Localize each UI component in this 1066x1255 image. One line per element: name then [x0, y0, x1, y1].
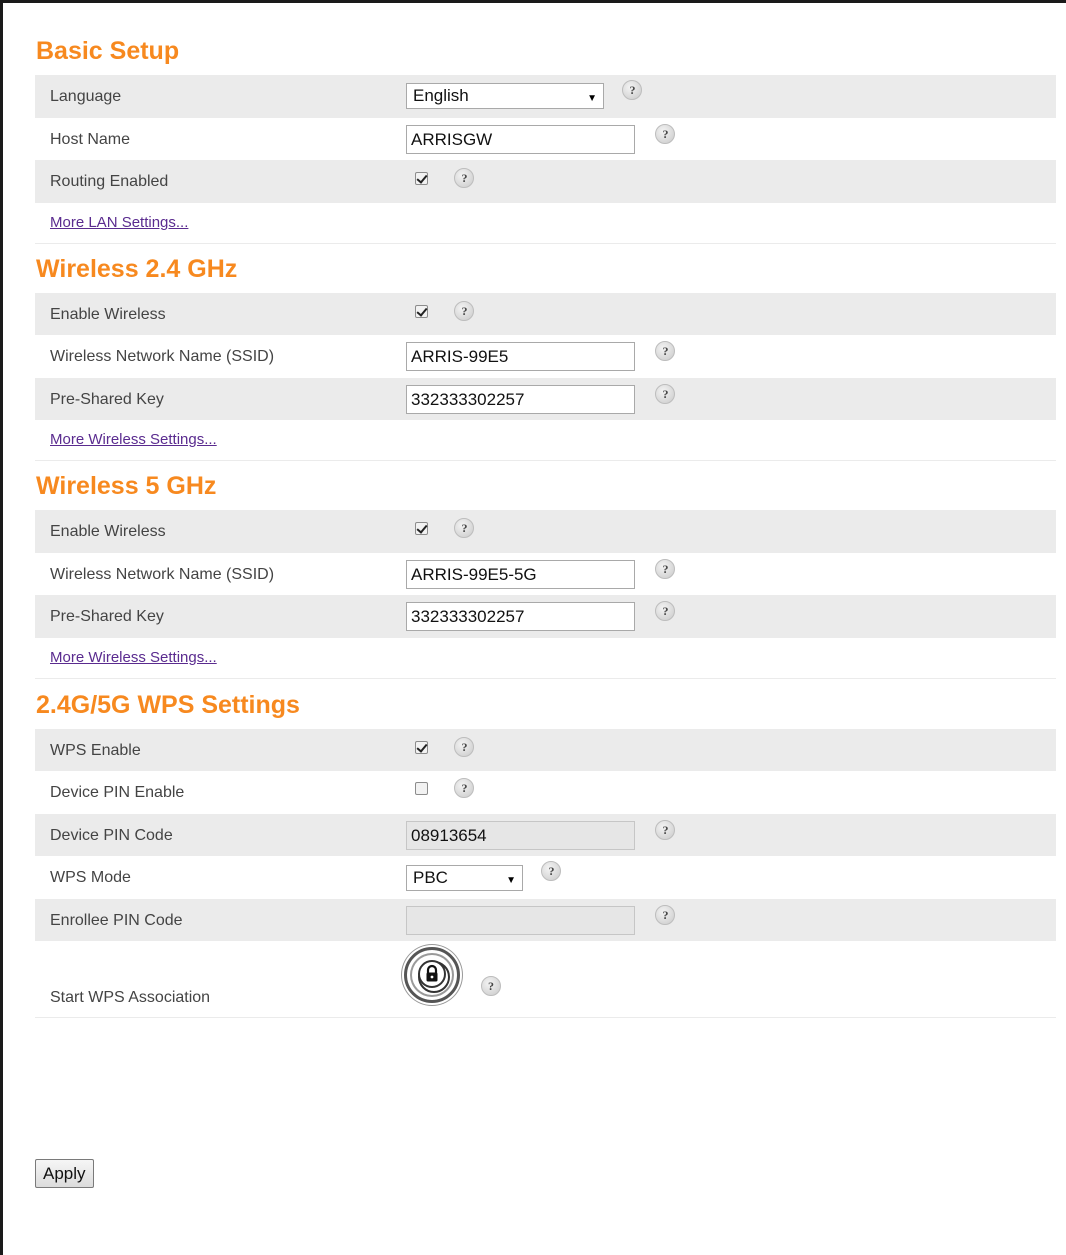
- device-pin-code-input[interactable]: 08913654: [406, 820, 635, 850]
- start-wps-label: Start WPS Association: [50, 989, 211, 1006]
- language-select-value: English: [413, 86, 469, 105]
- hostname-field: ARRISGW ?: [406, 123, 676, 154]
- help-icon[interactable]: ?: [481, 976, 501, 996]
- wps-enable-label: WPS Enable: [50, 741, 141, 759]
- hostname-label: Host Name: [50, 130, 131, 148]
- wireless-24-enable-field: ?: [415, 300, 475, 323]
- help-icon[interactable]: ?: [454, 518, 475, 538]
- wireless-5-ssid-row: Wireless Network Name (SSID) ARRIS-99E5-…: [35, 553, 1056, 596]
- apply-button[interactable]: Apply: [35, 1159, 94, 1188]
- device-pin-code-label: Device PIN Code: [50, 826, 173, 844]
- help-icon[interactable]: ?: [454, 778, 475, 798]
- language-field: English ▼ ?: [406, 80, 643, 109]
- wireless-24-more-row: More Wireless Settings...: [35, 420, 1056, 461]
- wireless-5-enable-field: ?: [415, 518, 475, 540]
- wireless-24-enable-checkbox[interactable]: [415, 304, 428, 318]
- wireless-5-psk-field: 332333302257 ?: [406, 601, 676, 631]
- language-select[interactable]: English ▼: [406, 83, 604, 109]
- wireless-24-psk-input[interactable]: 332333302257: [406, 384, 635, 414]
- wireless-24-ssid-row: Wireless Network Name (SSID) ARRIS-99E5 …: [35, 335, 1056, 378]
- wireless-5-ssid-label: Wireless Network Name (SSID): [50, 565, 275, 583]
- wireless-24-enable-row: Enable Wireless ?: [35, 292, 1056, 335]
- help-icon[interactable]: ?: [655, 904, 676, 925]
- wps-mode-field: PBC ▼ ?: [406, 861, 562, 891]
- wps-section: 2.4G/5G WPS Settings WPS Enable ? Device…: [35, 688, 1056, 1018]
- wireless-24-psk-label: Pre-Shared Key: [50, 390, 164, 408]
- start-wps-button[interactable]: [404, 947, 460, 1003]
- wireless-5-ssid-input[interactable]: ARRIS-99E5-5G: [406, 559, 635, 589]
- wireless-5-title: Wireless 5 GHz: [36, 472, 217, 500]
- help-icon[interactable]: ?: [454, 736, 475, 757]
- wireless-24-ssid-input[interactable]: ARRIS-99E5: [406, 342, 635, 371]
- device-pin-code-row: Device PIN Code 08913654 ?: [35, 813, 1056, 856]
- wps-mode-label: WPS Mode: [50, 869, 131, 886]
- help-icon[interactable]: ?: [655, 601, 676, 621]
- routing-checkbox[interactable]: [415, 172, 428, 185]
- wps-enable-row: WPS Enable ?: [35, 728, 1056, 771]
- wireless-5-ssid-field: ARRIS-99E5-5G ?: [406, 558, 676, 589]
- settings-form: Basic Setup Language English ▼ ? Host Na…: [35, 34, 1056, 1018]
- wireless-24-section: Wireless 2.4 GHz Enable Wireless ? Wirel…: [35, 252, 1056, 461]
- routing-label: Routing Enabled: [50, 173, 169, 190]
- help-icon[interactable]: ?: [655, 383, 676, 404]
- language-row: Language English ▼ ?: [35, 75, 1056, 118]
- wireless-24-psk-field: 332333302257 ?: [406, 383, 676, 414]
- wireless-5-section: Wireless 5 GHz Enable Wireless ? Wireles…: [35, 469, 1056, 679]
- help-icon[interactable]: ?: [655, 558, 676, 579]
- help-icon[interactable]: ?: [622, 80, 643, 100]
- basic-setup-section: Basic Setup Language English ▼ ? Host Na…: [35, 34, 1056, 244]
- device-pin-enable-row: Device PIN Enable ?: [35, 771, 1056, 814]
- wps-mode-row: WPS Mode PBC ▼ ?: [35, 856, 1056, 899]
- help-icon[interactable]: ?: [454, 168, 475, 188]
- enrollee-pin-label: Enrollee PIN Code: [50, 911, 183, 929]
- device-pin-code-field: 08913654 ?: [406, 819, 676, 850]
- chevron-down-icon: ▼: [587, 93, 597, 104]
- wireless-5-psk-input[interactable]: 332333302257: [406, 602, 635, 631]
- wireless-24-ssid-label: Wireless Network Name (SSID): [50, 348, 275, 365]
- wireless-5-psk-row: Pre-Shared Key 332333302257 ?: [35, 595, 1056, 638]
- hostname-input[interactable]: ARRISGW: [406, 124, 635, 154]
- routing-field: ?: [415, 168, 475, 190]
- enrollee-pin-input[interactable]: [406, 905, 635, 935]
- wireless-24-enable-label: Enable Wireless: [50, 305, 166, 323]
- device-pin-enable-label: Device PIN Enable: [50, 784, 185, 801]
- help-icon[interactable]: ?: [655, 819, 676, 840]
- hostname-row: Host Name ARRISGW ?: [35, 118, 1056, 161]
- wireless-5-enable-label: Enable Wireless: [50, 523, 166, 540]
- wps-title: 2.4G/5G WPS Settings: [36, 690, 300, 719]
- device-pin-enable-checkbox[interactable]: [415, 782, 428, 795]
- wireless-5-enable-checkbox[interactable]: [415, 522, 428, 535]
- wireless-24-ssid-field: ARRIS-99E5 ?: [406, 341, 676, 371]
- help-icon[interactable]: ?: [655, 123, 676, 144]
- more-lan-settings-row: More LAN Settings...: [35, 203, 1056, 244]
- enrollee-pin-field: ?: [406, 904, 676, 935]
- wireless-5-enable-row: Enable Wireless ?: [35, 510, 1056, 553]
- wps-mode-select-value: PBC: [413, 868, 448, 887]
- help-icon[interactable]: ?: [541, 861, 562, 881]
- language-label: Language: [50, 88, 122, 105]
- wireless-24-psk-row: Pre-Shared Key 332333302257 ?: [35, 377, 1056, 420]
- lock-icon: [418, 960, 446, 988]
- start-wps-row: Start WPS Association ?: [35, 941, 1056, 1018]
- help-icon[interactable]: ?: [655, 341, 676, 361]
- wireless-24-more-link[interactable]: More Wireless Settings...: [50, 431, 217, 448]
- wps-enable-field: ?: [415, 736, 475, 759]
- more-lan-settings-link[interactable]: More LAN Settings...: [50, 214, 188, 231]
- routing-row: Routing Enabled ?: [35, 160, 1056, 203]
- help-icon[interactable]: ?: [454, 300, 475, 321]
- wps-mode-select[interactable]: PBC ▼: [406, 865, 523, 891]
- basic-setup-title: Basic Setup: [36, 37, 180, 65]
- wps-enable-checkbox[interactable]: [415, 740, 428, 754]
- wireless-24-title: Wireless 2.4 GHz: [36, 254, 238, 283]
- device-pin-enable-field: ?: [415, 778, 475, 800]
- chevron-down-icon: ▼: [506, 875, 516, 886]
- enrollee-pin-row: Enrollee PIN Code ?: [35, 898, 1056, 941]
- wireless-5-psk-label: Pre-Shared Key: [50, 608, 164, 625]
- wireless-5-more-row: More Wireless Settings...: [35, 638, 1056, 679]
- wireless-5-more-link[interactable]: More Wireless Settings...: [50, 649, 217, 666]
